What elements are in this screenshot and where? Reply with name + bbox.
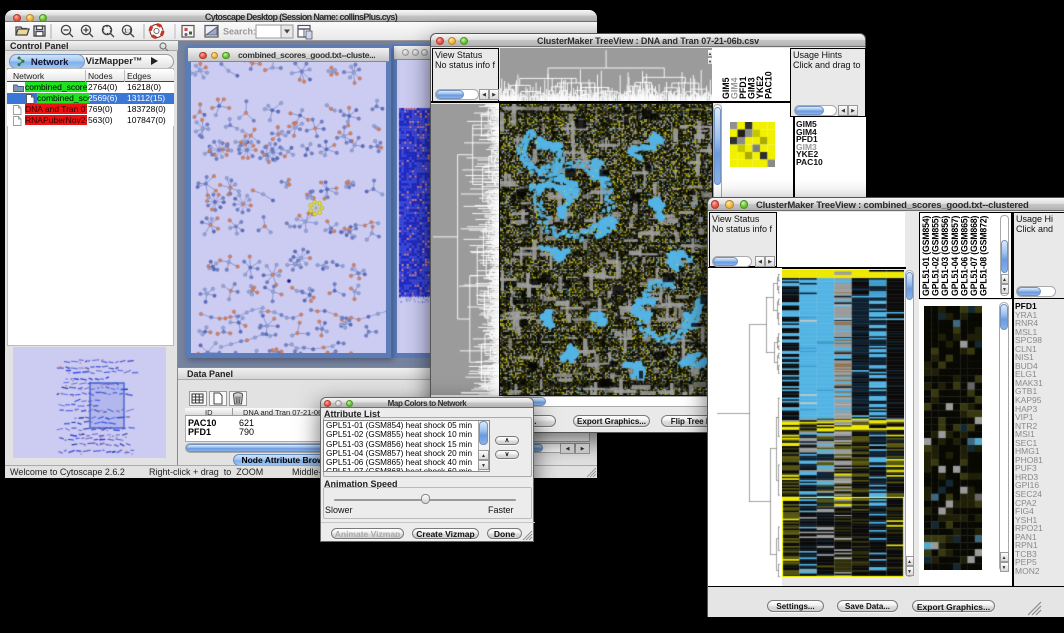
svg-text:GPL51-02 (GSM855): GPL51-02 (GSM855) xyxy=(931,216,941,296)
svg-text:GPL51-07 (GSM868): GPL51-07 (GSM868) xyxy=(969,216,979,296)
svg-text:GPL51-08 (GSM872): GPL51-08 (GSM872) xyxy=(979,216,989,296)
svg-text:GPL51-01 (GSM854): GPL51-01 (GSM854) xyxy=(921,216,931,296)
svg-text:Search:: Search: xyxy=(223,27,256,37)
svg-text:1:1: 1:1 xyxy=(124,29,132,35)
svg-text:GPL51-04 (GSM857): GPL51-04 (GSM857) xyxy=(950,216,960,296)
svg-text:GPL51-03 (GSM856): GPL51-03 (GSM856) xyxy=(940,216,950,296)
svg-text:PAC10: PAC10 xyxy=(764,71,774,99)
svg-text:GPL51-06 (GSM865): GPL51-06 (GSM865) xyxy=(959,216,969,296)
